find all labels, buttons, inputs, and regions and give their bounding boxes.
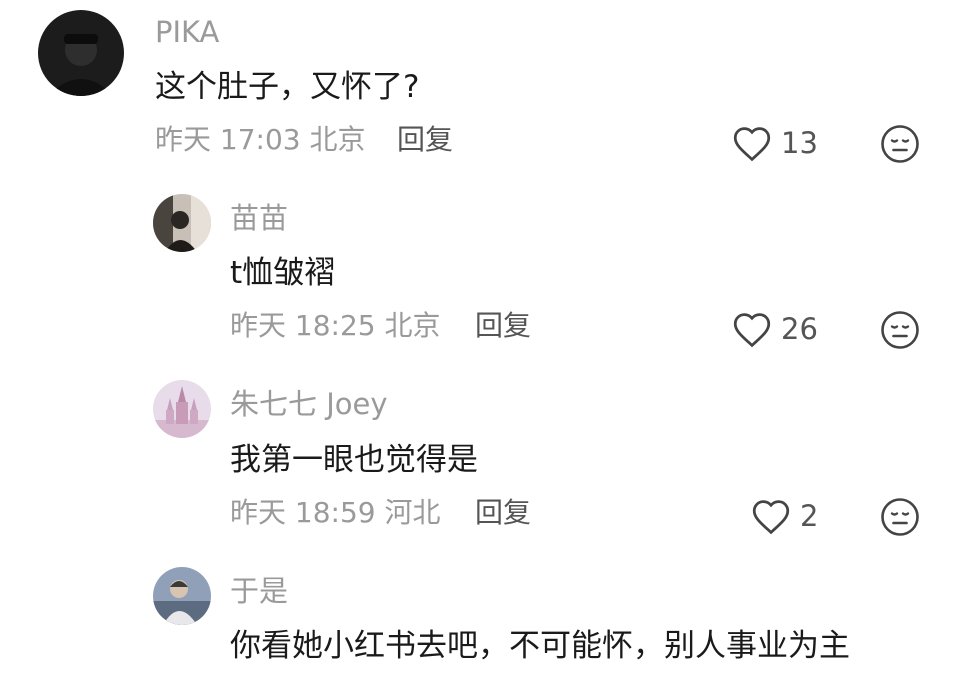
dislike-button[interactable] (880, 310, 920, 350)
dislike-button[interactable] (880, 497, 920, 537)
comment-content: 这个肚子，又怀了? (155, 69, 420, 105)
reply-button[interactable]: 回复 (475, 499, 531, 527)
like-count: 2 (800, 498, 819, 533)
heart-outline-icon (752, 500, 790, 535)
dislike-button[interactable] (880, 124, 920, 164)
reply-button[interactable]: 回复 (397, 126, 453, 154)
like-button[interactable]: 26 (731, 310, 818, 348)
comment-time: 昨天 18:25 (230, 309, 376, 342)
neutral-face-icon (881, 498, 919, 536)
neutral-face-icon (881, 311, 919, 349)
avatar[interactable] (153, 567, 211, 625)
comment-location: 河北 (384, 496, 441, 529)
avatar[interactable] (153, 194, 211, 252)
comment-content: 你看她小红书去吧，不可能怀，别人事业为主 (230, 628, 850, 664)
comment-username[interactable]: PIKA (155, 18, 219, 47)
comment-meta: 昨天 18:25 北京 (230, 312, 441, 340)
like-button[interactable]: 2 (750, 497, 818, 535)
comment-username[interactable]: 于是 (230, 577, 288, 606)
heart-outline-icon (733, 127, 771, 162)
reply-comment-item: 朱七七 Joey 我第一眼也觉得是 昨天 18:59 河北 回复 2 (0, 365, 960, 555)
avatar[interactable] (153, 380, 211, 438)
neutral-face-icon (881, 125, 919, 163)
heart-outline-icon (733, 313, 771, 348)
comment-item: PIKA 这个肚子，又怀了? 昨天 17:03 北京 回复 13 (0, 0, 960, 180)
comment-location: 北京 (309, 123, 366, 156)
comment-username[interactable]: 苗苗 (230, 204, 288, 233)
reply-comment-item: 苗苗 t恤皱褶 昨天 18:25 北京 回复 26 (0, 180, 960, 365)
comment-meta: 昨天 17:03 北京 (155, 126, 366, 154)
comment-content: 我第一眼也觉得是 (230, 442, 478, 478)
like-count: 13 (781, 125, 818, 160)
comment-username[interactable]: 朱七七 Joey (230, 390, 388, 419)
comment-location: 北京 (384, 309, 441, 342)
comment-meta: 昨天 18:59 河北 (230, 499, 441, 527)
like-count: 26 (781, 311, 818, 346)
comment-content: t恤皱褶 (230, 255, 336, 291)
avatar[interactable] (38, 10, 124, 96)
reply-button[interactable]: 回复 (475, 312, 531, 340)
comment-time: 昨天 17:03 (155, 123, 301, 156)
comment-time: 昨天 18:59 (230, 496, 376, 529)
reply-comment-item: 于是 你看她小红书去吧，不可能怀，别人事业为主 (0, 555, 960, 690)
like-button[interactable]: 13 (731, 124, 818, 162)
